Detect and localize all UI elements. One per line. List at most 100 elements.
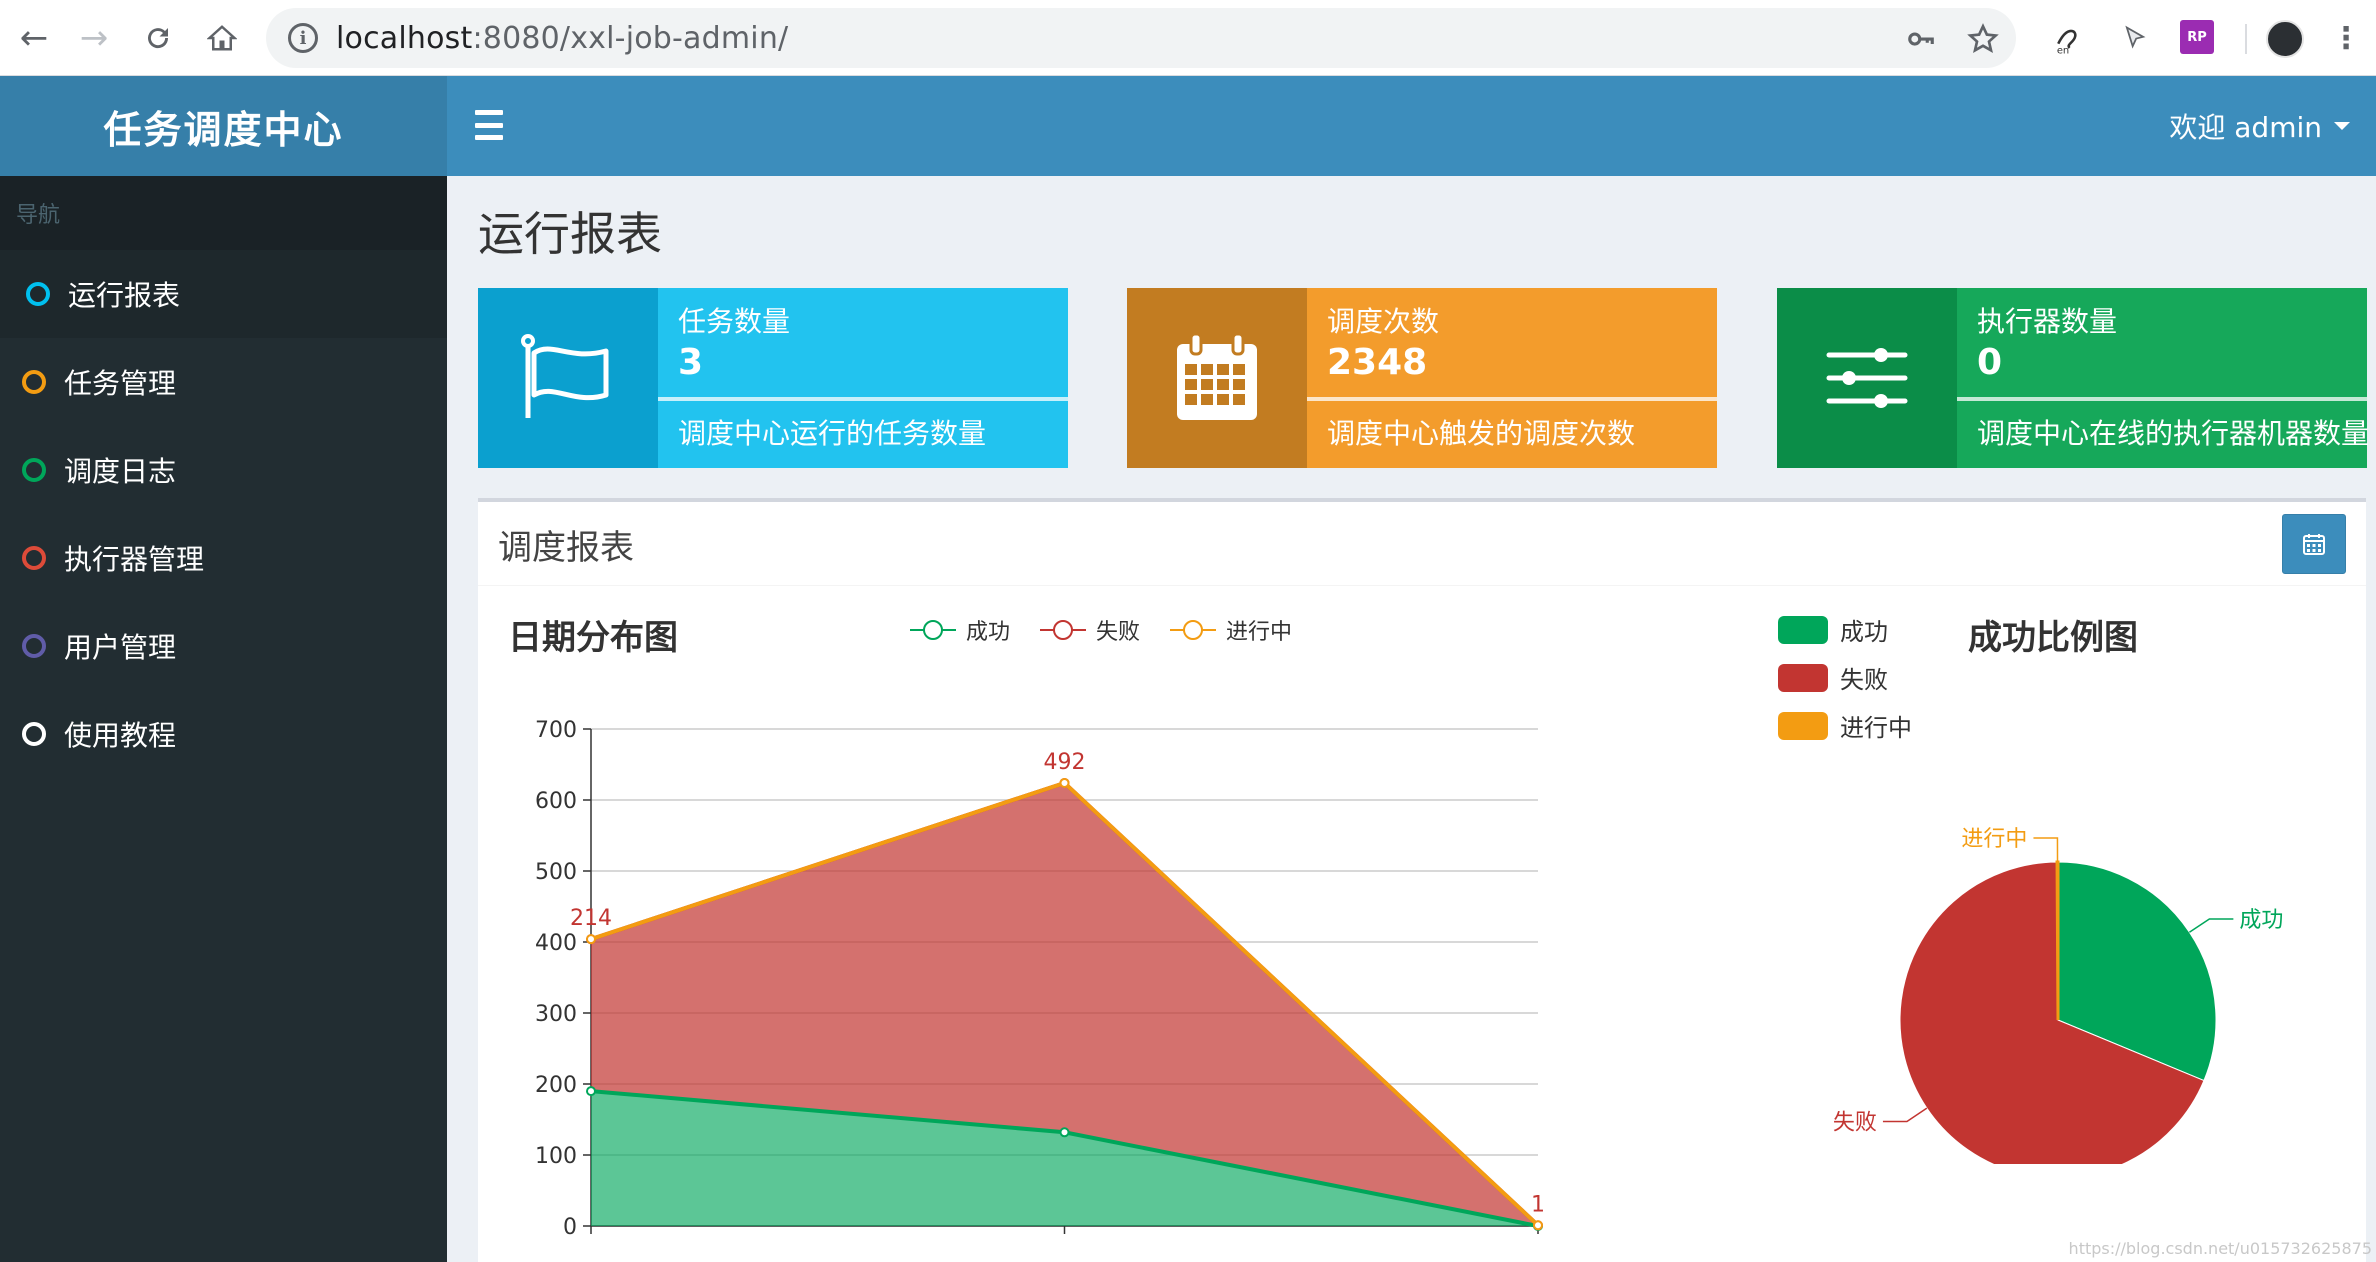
info-box-trigger-count: 调度次数 2348 调度中心触发的调度次数: [1127, 288, 1717, 468]
back-icon[interactable]: ←: [14, 18, 54, 58]
sidebar-item-label: 使用教程: [64, 719, 177, 752]
y-tick-label: 0: [563, 1215, 577, 1240]
rp-extension-icon[interactable]: RP: [2180, 20, 2214, 54]
sidebar-item-label: 任务管理: [64, 367, 177, 400]
info-box-number: 0: [1977, 342, 2003, 383]
watermark: https://blog.csdn.net/u015732625875: [2068, 1239, 2372, 1258]
sidebar-item-5[interactable]: 使用教程: [0, 690, 447, 778]
y-tick-label: 600: [535, 789, 577, 814]
y-tick-label: 500: [535, 860, 577, 885]
pie-label: 失败: [1833, 1111, 1877, 1136]
cursor-extension-icon[interactable]: [2118, 20, 2152, 56]
caret-down-icon: [2334, 122, 2350, 130]
page-title: 运行报表: [478, 207, 662, 261]
circle-icon: [22, 546, 46, 570]
pie-legend-item[interactable]: 成功: [1778, 612, 1888, 647]
legend-label: 失败: [1840, 666, 1888, 694]
data-label: 492: [1044, 750, 1086, 775]
flag-icon: [478, 288, 658, 468]
report-title: 调度报表: [498, 528, 634, 568]
browser-toolbar: ← → i localhost:8080/xxl-job-admin/ en R…: [0, 0, 2376, 76]
info-box-description: 调度中心在线的执行器机器数量: [1977, 417, 2370, 450]
pie-leader-line: [1882, 1107, 1928, 1123]
address-bar[interactable]: i localhost:8080/xxl-job-admin/: [266, 8, 2016, 68]
pie-chart: 成功失败 进行中: [1833, 827, 2283, 1164]
pie-legend-item[interactable]: 进行中: [1778, 708, 1912, 743]
nav-header: 导航: [0, 176, 447, 250]
y-tick-label: 700: [535, 718, 577, 743]
y-tick-label: 100: [535, 1144, 577, 1169]
welcome-text[interactable]: 欢迎 admin: [2169, 106, 2322, 146]
report-box-header: 调度报表: [478, 502, 2366, 586]
circle-icon: [22, 458, 46, 482]
forward-icon[interactable]: →: [74, 18, 114, 58]
translate-extension-icon[interactable]: en: [2050, 20, 2092, 56]
info-box-number: 2348: [1327, 342, 1428, 383]
info-box-title: 任务数量: [678, 305, 791, 338]
svg-text:en: en: [2057, 46, 2069, 55]
info-box-title: 调度次数: [1327, 305, 1440, 338]
pie-leader-line: [2188, 918, 2234, 933]
info-box-progress: [658, 397, 1068, 401]
legend-swatch: [1778, 711, 1828, 740]
data-point: [1533, 1220, 1543, 1231]
sidebar-item-1[interactable]: 任务管理: [0, 338, 447, 426]
sidebar-item-2[interactable]: 调度日志: [0, 426, 447, 514]
sidebar-item-4[interactable]: 用户管理: [0, 602, 447, 690]
url-text[interactable]: localhost:8080/xxl-job-admin/: [336, 21, 788, 56]
info-box-number: 3: [678, 342, 704, 383]
y-tick-label: 400: [535, 931, 577, 956]
data-point: [586, 1086, 596, 1097]
data-label: 214: [570, 906, 612, 931]
menu-toggle-icon[interactable]: [475, 110, 503, 140]
calendar-icon: [2303, 534, 2325, 555]
report-box: 调度报表 日期分布图 成功比例图 成功 失败 进行中 成功 失败 进行中 0 100 200…: [478, 498, 2366, 1262]
reload-icon[interactable]: [138, 18, 178, 58]
pie-chart-title: 成功比例图: [1968, 618, 2138, 658]
data-label: 1: [1531, 1192, 1545, 1217]
user-menu[interactable]: 欢迎 admin: [2169, 106, 2350, 146]
pie-slice: [2055, 860, 2060, 1021]
sidebar-item-label: 用户管理: [64, 631, 177, 664]
calendar-icon: [1127, 288, 1307, 468]
sidebar-item-label: 调度日志: [64, 455, 177, 488]
data-point: [586, 934, 596, 945]
pie-label: 进行中: [1961, 827, 2027, 852]
toolbar-divider: [2245, 24, 2247, 54]
pie-leader-line: [2033, 837, 2059, 863]
profile-avatar[interactable]: [2266, 20, 2304, 58]
top-navbar: 欢迎 admin: [447, 76, 2376, 176]
legend-label: 成功: [1840, 618, 1888, 646]
pie-legend-item[interactable]: 失败: [1778, 660, 1888, 695]
site-info-icon[interactable]: i: [288, 23, 318, 53]
date-filter-button[interactable]: [2282, 514, 2346, 574]
y-tick-label: 200: [535, 1073, 577, 1098]
app-logo[interactable]: 任务调度中心: [0, 76, 447, 176]
sidebar-item-label: 运行报表: [68, 279, 181, 312]
circle-icon: [22, 634, 46, 658]
sidebar: 导航 运行报表任务管理调度日志执行器管理用户管理使用教程: [0, 176, 447, 1262]
sliders-icon: [1777, 288, 1957, 468]
browser-menu-icon[interactable]: ⋮: [2331, 20, 2361, 56]
info-box-progress: [1957, 397, 2367, 401]
circle-icon: [22, 722, 46, 746]
info-box-title: 执行器数量: [1977, 305, 2118, 338]
sidebar-item-3[interactable]: 执行器管理: [0, 514, 447, 602]
legend-swatch: [1778, 615, 1828, 644]
data-point: [1059, 777, 1070, 788]
key-icon[interactable]: [1904, 22, 1938, 56]
info-box-task-count: 任务数量 3 调度中心运行的任务数量: [478, 288, 1068, 468]
legend-label: 进行中: [1840, 714, 1912, 742]
info-box-progress: [1307, 397, 1717, 401]
sidebar-item-0[interactable]: 运行报表: [0, 250, 447, 338]
circle-icon: [26, 282, 50, 306]
legend-swatch: [1778, 663, 1828, 692]
pie-label: 成功: [2239, 908, 2283, 933]
data-point: [1059, 1127, 1070, 1138]
circle-icon: [22, 370, 46, 394]
line-chart: 0 100 200 300 400 500 600 700 214 492 1: [535, 718, 1545, 1240]
sidebar-item-label: 执行器管理: [64, 543, 205, 576]
bookmark-star-icon[interactable]: [1966, 22, 2000, 56]
home-icon[interactable]: [202, 18, 242, 58]
y-tick-label: 300: [535, 1002, 577, 1027]
